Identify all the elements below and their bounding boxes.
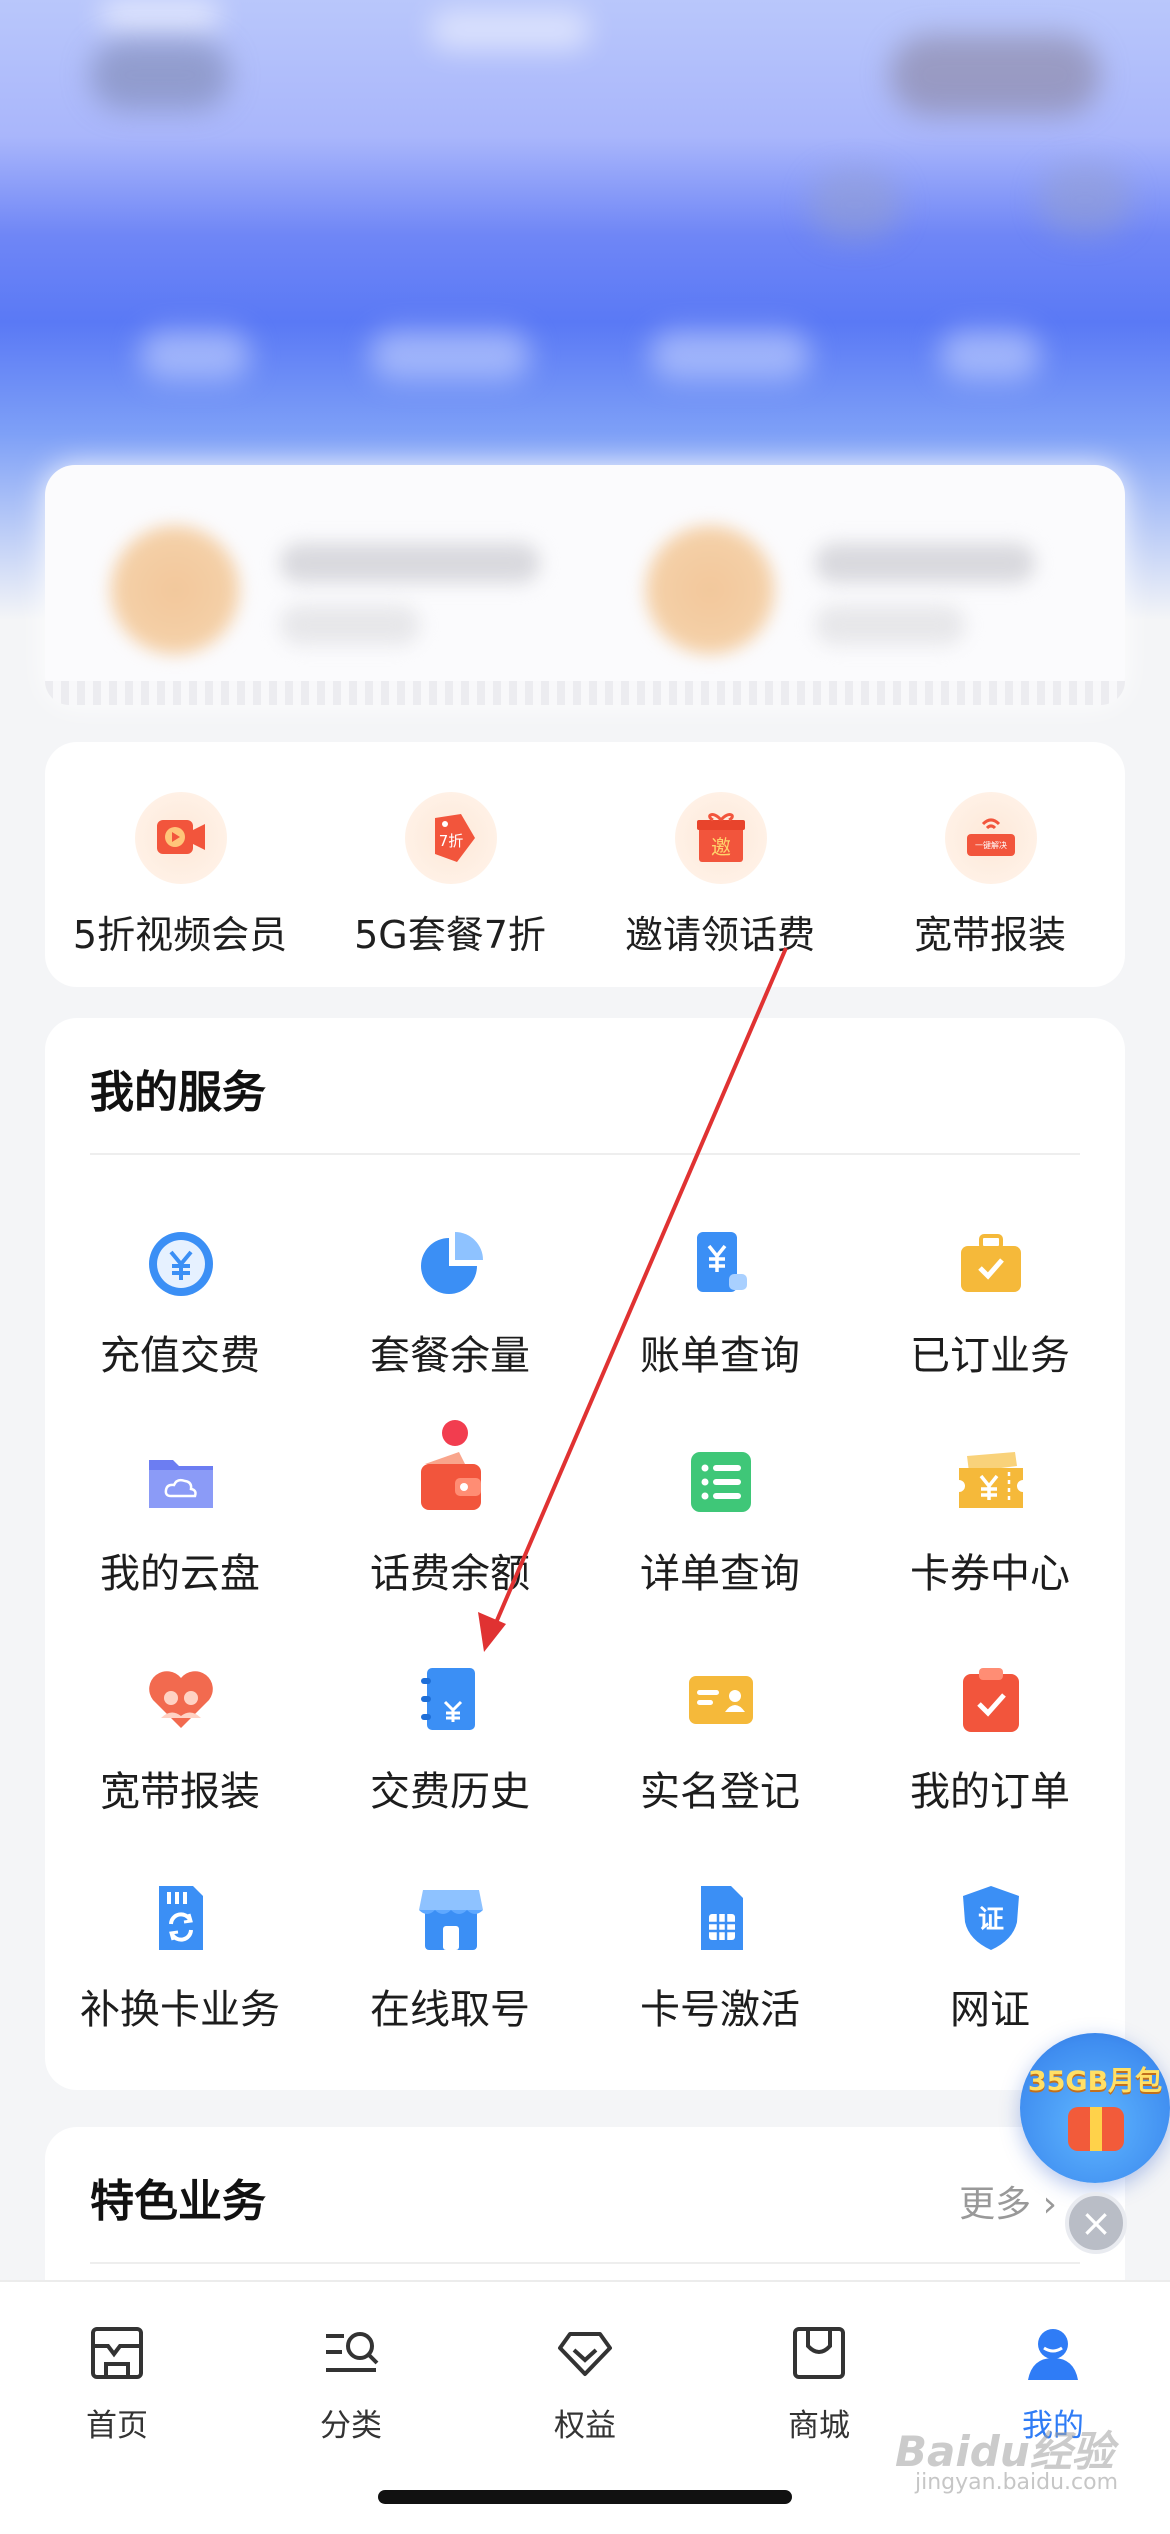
service-label: 卡券中心 xyxy=(910,1551,1070,1597)
wallet-icon xyxy=(421,1452,481,1510)
svg-text:证: 证 xyxy=(978,1905,1004,1935)
heart-icon xyxy=(149,1671,213,1728)
promo-label: 宽带报装 xyxy=(913,913,1066,957)
service-label: 充值交费 xyxy=(100,1333,260,1379)
service-coupon[interactable]: 卡券中心 xyxy=(855,1446,1125,1646)
promo-label: 邀请领话费 xyxy=(624,913,815,957)
id-card-icon xyxy=(689,1676,753,1724)
badge-label: 35GB月包 xyxy=(1027,2066,1163,2097)
briefcase-icon xyxy=(961,1234,1021,1292)
recharge-icon xyxy=(149,1232,213,1296)
promo-label: 5G套餐7折 xyxy=(354,913,546,957)
diamond-icon xyxy=(558,2332,612,2376)
service-online-number[interactable]: 在线取号 xyxy=(315,1882,585,2082)
notification-dot xyxy=(442,1420,468,1446)
home-indicator xyxy=(378,2490,792,2504)
coupon-icon xyxy=(959,1452,1023,1508)
service-recharge[interactable]: 充值交费 xyxy=(45,1228,315,1428)
section-title: 特色业务 xyxy=(90,2176,266,2227)
promo-card: 5折视频会员 7折 5G套餐7折 邀 邀请领话费 一键解决 宽带报装 xyxy=(45,742,1125,987)
shield-cert-icon: 证 xyxy=(963,1886,1019,1950)
service-label: 详单查询 xyxy=(640,1551,800,1597)
service-label: 实名登记 xyxy=(640,1769,800,1815)
service-real-name[interactable]: 实名登记 xyxy=(585,1664,855,1864)
service-label: 我的云盘 xyxy=(100,1551,260,1597)
divider xyxy=(90,1153,1080,1155)
service-payment-history[interactable]: 交费历史 xyxy=(315,1664,585,1864)
broadband-router-icon: 一键解决 xyxy=(967,818,1015,856)
service-label: 网证 xyxy=(950,1987,1030,2033)
my-services-card: 我的服务 充值交费 套餐余量 账单查询 已订业务 我的云盘 话费余额 详单查询 … xyxy=(45,1018,1125,2090)
service-broadband[interactable]: 宽带报装 xyxy=(45,1664,315,1864)
sim-swap-icon xyxy=(159,1886,203,1950)
section-title: 我的服务 xyxy=(90,1067,266,1118)
tab-home[interactable]: 首页 xyxy=(0,2302,234,2444)
order-clipboard-icon xyxy=(963,1668,1019,1732)
service-number-activation[interactable]: 卡号激活 xyxy=(585,1882,855,2082)
promo-label: 5折视频会员 xyxy=(72,913,288,957)
payment-history-icon xyxy=(421,1668,475,1730)
category-search-icon xyxy=(326,2332,379,2372)
discount-tag-icon: 7折 xyxy=(435,814,475,862)
service-balance[interactable]: 话费余额 xyxy=(315,1446,585,1646)
sim-card-icon xyxy=(701,1886,743,1950)
tab-label: 首页 xyxy=(86,2408,148,2444)
more-link[interactable]: 更多 › xyxy=(959,2175,1057,2227)
shopping-bag-icon xyxy=(793,2327,845,2379)
gift-icon xyxy=(1068,2107,1124,2151)
tab-label: 权益 xyxy=(554,2408,616,2444)
service-label: 补换卡业务 xyxy=(80,1987,280,2033)
service-label: 宽带报装 xyxy=(100,1769,260,1815)
service-my-orders[interactable]: 我的订单 xyxy=(855,1664,1125,1864)
chevron-right-icon: › xyxy=(1042,2184,1057,2225)
bill-icon xyxy=(697,1232,747,1292)
cloud-folder-icon xyxy=(149,1460,213,1508)
service-label: 在线取号 xyxy=(370,1987,530,2033)
service-detail-query[interactable]: 详单查询 xyxy=(585,1446,855,1646)
floating-promo-badge[interactable]: 35GB月包 xyxy=(1020,2033,1170,2183)
video-member-icon xyxy=(157,820,205,854)
service-label: 套餐余量 xyxy=(370,1333,530,1379)
pie-chart-icon xyxy=(421,1232,483,1294)
promo-5g-discount[interactable]: 7折 5G套餐7折 xyxy=(315,742,585,987)
watermark-url: jingyan.baidu.com xyxy=(915,2470,1119,2495)
svg-text:邀: 邀 xyxy=(711,835,731,859)
service-label: 账单查询 xyxy=(640,1333,800,1379)
home-icon xyxy=(91,2327,143,2379)
service-plan-balance[interactable]: 套餐余量 xyxy=(315,1228,585,1428)
svg-text:7折: 7折 xyxy=(439,832,464,850)
service-label: 我的订单 xyxy=(910,1769,1070,1815)
promo-broadband[interactable]: 一键解决 宽带报装 xyxy=(855,742,1125,987)
store-icon xyxy=(419,1890,483,1950)
tab-label: 分类 xyxy=(320,2408,382,2444)
service-label: 已订业务 xyxy=(910,1333,1070,1379)
blurred-account-card xyxy=(45,465,1125,705)
promo-invite[interactable]: 邀 邀请领话费 xyxy=(585,742,855,987)
invite-gift-icon: 邀 xyxy=(697,813,745,862)
tab-benefits[interactable]: 权益 xyxy=(468,2302,702,2444)
service-label: 卡号激活 xyxy=(640,1987,800,2033)
tab-category[interactable]: 分类 xyxy=(234,2302,468,2444)
svg-text:一键解决: 一键解决 xyxy=(975,840,1007,850)
list-icon xyxy=(691,1452,751,1512)
service-subscribed[interactable]: 已订业务 xyxy=(855,1228,1125,1428)
service-label: 话费余额 xyxy=(370,1551,530,1597)
user-icon xyxy=(1028,2329,1078,2380)
service-bill-query[interactable]: 账单查询 xyxy=(585,1228,855,1428)
service-sim-swap[interactable]: 补换卡业务 xyxy=(45,1882,315,2082)
service-cloud-disk[interactable]: 我的云盘 xyxy=(45,1446,315,1646)
service-label: 交费历史 xyxy=(370,1769,530,1815)
divider xyxy=(90,2262,1080,2264)
close-icon[interactable]: × xyxy=(1065,2192,1127,2254)
promo-video-member[interactable]: 5折视频会员 xyxy=(45,742,315,987)
